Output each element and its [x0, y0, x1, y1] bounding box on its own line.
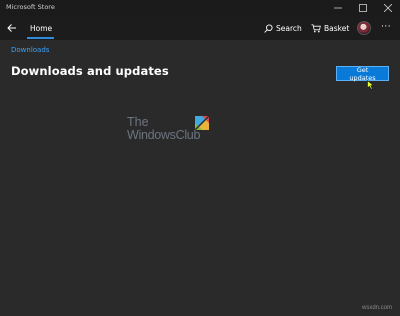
cursor-icon	[367, 80, 375, 90]
maximize-button[interactable]	[351, 0, 375, 16]
close-icon	[384, 4, 392, 12]
basket-icon	[311, 23, 321, 32]
back-arrow-icon	[7, 24, 16, 32]
search-label: Search	[276, 23, 302, 33]
nav-home-label: Home	[30, 23, 53, 33]
title-bar: Microsoft Store	[0, 0, 400, 16]
site-watermark: wsxdn.com	[362, 305, 393, 311]
window-title: Microsoft Store	[6, 3, 55, 11]
windows-club-logo	[195, 116, 209, 130]
search-button[interactable]: Search	[264, 20, 302, 36]
basket-label: Basket	[324, 23, 350, 33]
page-title: Downloads and updates	[11, 64, 169, 78]
back-button[interactable]	[4, 20, 20, 36]
get-updates-button[interactable]: Get updates	[336, 66, 389, 82]
watermark-line2: WindowsClub	[127, 128, 201, 142]
watermark-line1: The	[127, 115, 149, 129]
main-content	[0, 40, 400, 316]
close-button[interactable]	[376, 0, 400, 16]
minimize-icon	[334, 7, 342, 9]
breadcrumb-link[interactable]: Downloads	[11, 46, 49, 54]
maximize-icon	[359, 4, 367, 12]
account-avatar[interactable]	[357, 21, 371, 35]
nav-bar: Home Search Basket	[0, 16, 400, 40]
minimize-button[interactable]	[326, 0, 350, 16]
nav-home-tab[interactable]: Home	[26, 20, 56, 36]
search-icon	[264, 23, 273, 33]
basket-button[interactable]: Basket	[311, 20, 349, 36]
windows-club-watermark: The WindowsClub	[127, 115, 217, 147]
home-tab-indicator	[27, 37, 54, 39]
more-icon[interactable]: ···	[381, 22, 391, 32]
